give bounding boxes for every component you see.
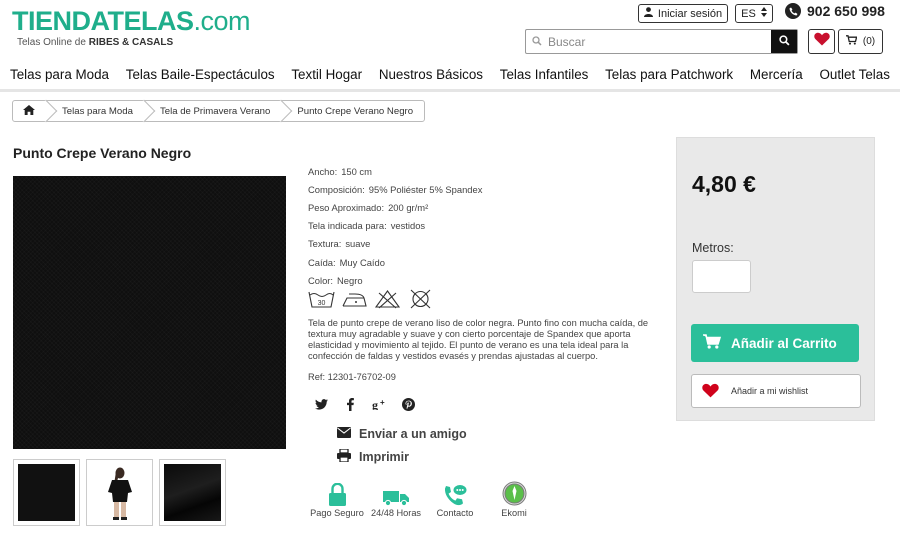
tagline: Telas Online de RIBES & CASALS [17,37,174,48]
home-icon [23,104,35,118]
send-to-friend-label: Enviar a un amigo [359,427,467,441]
add-to-cart-label: Añadir al Carrito [731,335,837,351]
svg-text:30: 30 [318,300,326,307]
cart-icon [703,334,722,352]
spec-row-width: Ancho: 150 cm [308,165,372,177]
google-plus-icon[interactable]: g + [371,396,387,412]
print-label: Imprimir [359,450,410,464]
login-label: Iniciar sesión [657,7,723,20]
spec-row-use: Tela indicada para: vestidos [308,220,426,232]
nav-item-telas-infantiles[interactable]: Telas Infantiles [500,67,589,82]
nav-item-nuestros-basicos[interactable]: Nuestros Básicos [379,67,483,82]
heart-icon [702,383,719,400]
breadcrumb-current: Punto Crepe Verano Negro [297,105,414,117]
add-to-cart-button[interactable]: Añadir al Carrito [691,324,859,362]
updown-caret-icon [760,7,767,20]
svg-text:g: g [372,398,378,410]
product-description: Tela de punto crepe de verano liso de co… [308,318,649,361]
trust-label: 24/48 Horas [370,508,422,518]
product-title: Punto Crepe Verano Negro [13,145,192,161]
cart-button[interactable]: (0) [838,29,883,54]
main-nav: Telas para Moda Telas Baile-Espectáculos… [0,60,900,92]
no-bleach-icon [374,290,401,309]
iron-low-icon [342,293,367,307]
product-thumbnail[interactable] [13,459,80,526]
metros-label: Metros: [692,241,734,255]
spec-row-drape: Caída: Muy Caído [308,256,385,268]
trust-label: Contacto [436,508,474,518]
twitter-icon[interactable] [313,396,329,412]
product-main-image[interactable] [13,176,286,449]
user-icon [643,7,653,20]
heart-icon [813,32,830,51]
add-to-wishlist-button[interactable]: Añadir a mi wishlist [691,374,861,408]
spec-row-color: Color: Negro [308,274,363,286]
nav-item-telas-moda[interactable]: Telas para Moda [10,67,109,82]
wishlist-button[interactable] [808,29,835,54]
tagline-brand: RIBES & CASALS [88,37,174,48]
search-icon [532,35,542,49]
no-dryclean-icon [410,289,431,309]
phone-number: 902 650 998 [807,3,885,19]
breadcrumb-item[interactable]: Telas para Moda [46,101,144,121]
language-value: ES [741,7,756,20]
search-input[interactable]: Buscar [526,30,771,53]
cart-count: (0) [862,36,876,47]
pinterest-icon[interactable] [400,396,416,412]
phone-contact[interactable]: 902 650 998 [785,3,885,19]
search-bar[interactable]: Buscar [525,29,798,54]
print-link[interactable]: Imprimir [337,448,410,465]
nav-item-merceria[interactable]: Mercería [750,67,803,82]
care-instructions: 30 [308,289,434,309]
product-thumbnail-drape[interactable] [159,459,226,526]
model-figure-image [108,467,132,520]
search-submit-icon [778,33,790,51]
nav-item-outlet[interactable]: Outlet Telas [819,67,889,82]
social-share: g + [313,396,416,412]
svg-text:+: + [380,398,385,407]
truck-icon [383,480,409,506]
padlock-icon [328,480,346,506]
ekomi-seal-icon [502,480,527,506]
breadcrumb-item[interactable]: Tela de Primavera Verano [144,101,281,121]
spec-row-texture: Textura: suave [308,238,371,250]
send-to-friend-link[interactable]: Enviar a un amigo [337,427,467,441]
metros-input[interactable] [692,260,751,293]
logo-main: TIENDATELAS [12,6,194,36]
language-select[interactable]: ES [735,4,773,23]
logo-suffix: .com [193,6,251,36]
phone-icon [785,3,801,19]
add-to-wishlist-label: Añadir a mi wishlist [731,386,809,396]
nav-item-textil-hogar[interactable]: Textil Hogar [291,67,362,82]
facebook-icon[interactable] [342,396,358,412]
trust-label: Ekomi [501,508,527,518]
nav-item-telas-baile[interactable]: Telas Baile-Espectáculos [126,67,275,82]
wash-30-icon: 30 [308,291,335,308]
search-placeholder: Buscar [548,34,586,49]
buy-box: 4,80 € Metros: Añadir al Carrito Añadir … [676,137,875,421]
login-button[interactable]: Iniciar sesión [638,4,728,23]
trust-ekomi[interactable]: Ekomi [479,480,549,518]
envelope-icon [337,427,351,441]
search-button[interactable] [771,30,797,53]
product-price: 4,80 € [692,171,756,197]
nav-item-telas-patchwork[interactable]: Telas para Patchwork [605,67,733,82]
product-thumbnail-model[interactable] [86,459,153,526]
product-specs: Ancho: 150 cm Composición: 95% Poliéster 5… [308,162,482,289]
breadcrumb: Telas para Moda Tela de Primavera Verano… [12,100,426,122]
phone-chat-icon [443,480,467,506]
spec-row-composition: Composición: 95% Poliéster 5% Spandex [308,183,483,195]
cart-icon [845,35,858,48]
printer-icon [337,448,351,465]
site-logo[interactable]: TIENDATELAS.com Telas Online de RIBES & … [12,6,251,48]
trust-label: Pago Seguro [310,508,364,518]
product-ref: Ref: 12301-76702-09 [308,372,396,382]
spec-row-weight: Peso Aproximado: 200 gr/m² [308,201,429,213]
breadcrumb-home[interactable] [13,101,46,121]
